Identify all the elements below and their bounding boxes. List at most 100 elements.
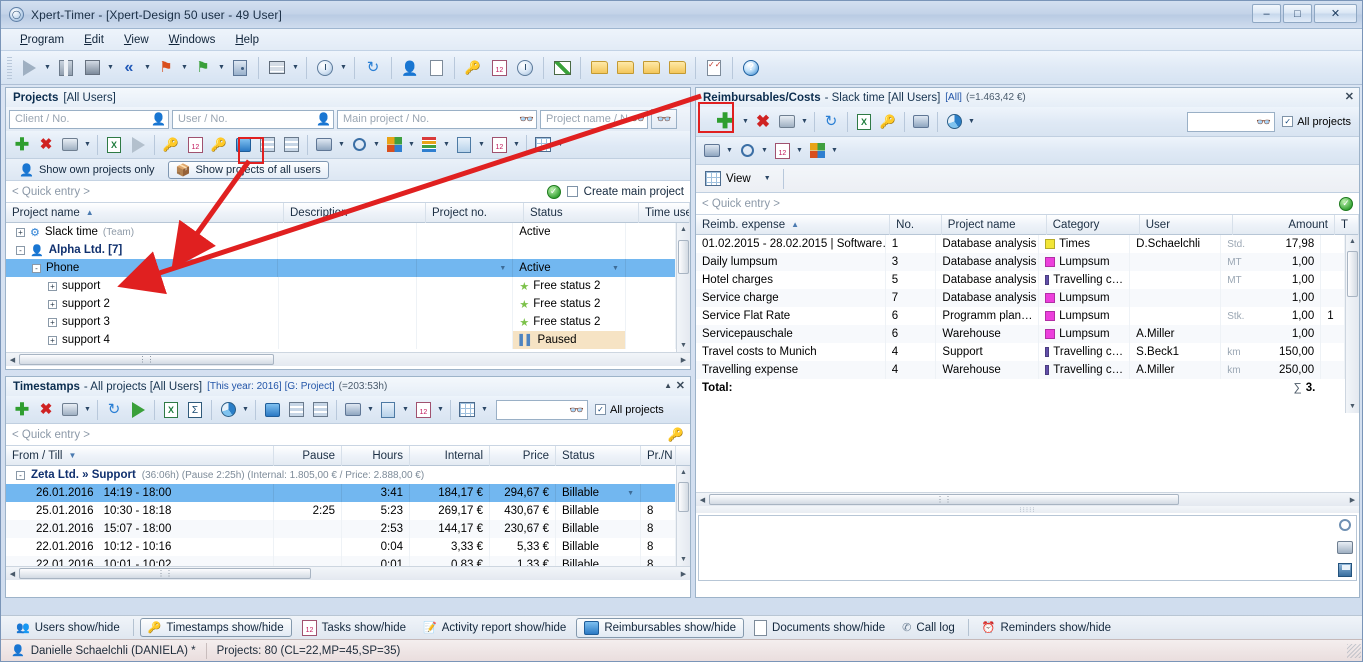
minimize-button[interactable]: –: [1252, 4, 1281, 23]
grid-save-button[interactable]: [531, 133, 555, 157]
activity-report-show-hide-button[interactable]: 📝 Activity report show/hide: [416, 619, 573, 636]
view-button[interactable]: View ▼: [700, 169, 779, 188]
sort-ascending-button[interactable]: [279, 133, 303, 157]
note-add-icon[interactable]: [512, 55, 538, 81]
scroll-right-icon[interactable]: ▶: [677, 353, 690, 366]
magnify-icon[interactable]: [1339, 519, 1351, 531]
table-row[interactable]: + support 3 ★ Free status 2: [6, 313, 676, 331]
export-excel-button[interactable]: X: [852, 110, 876, 134]
book-button[interactable]: [700, 139, 724, 163]
print-button[interactable]: [775, 110, 799, 134]
book-button[interactable]: [341, 398, 365, 422]
reimbursables-vertical-scrollbar[interactable]: ▲ ▼: [1345, 235, 1359, 413]
all-projects-checkbox[interactable]: ✓: [1282, 116, 1293, 127]
start-button[interactable]: [126, 398, 150, 422]
calendar-add-icon[interactable]: [486, 55, 512, 81]
chevron-down-icon[interactable]: ▼: [764, 175, 771, 182]
column-pr-no[interactable]: Pr./N: [641, 446, 676, 466]
column-category[interactable]: Category: [1047, 215, 1140, 235]
user-add-icon[interactable]: 👤: [397, 55, 423, 81]
scroll-right-icon[interactable]: ▶: [677, 567, 690, 580]
clear-filter-button[interactable]: 👓: [651, 109, 677, 129]
table-row[interactable]: Service charge 7 Database analysis Lumps…: [696, 289, 1345, 307]
key-add-button[interactable]: 🔑: [159, 133, 183, 157]
scroll-thumb[interactable]: ⋮⋮: [709, 494, 1179, 505]
document-add-icon[interactable]: [423, 55, 449, 81]
rows-view-button[interactable]: [264, 55, 290, 81]
scroll-thumb[interactable]: [678, 240, 689, 274]
binoculars-icon[interactable]: 👓: [519, 113, 534, 125]
resize-grip[interactable]: [1347, 644, 1361, 658]
create-main-project-checkbox[interactable]: [567, 186, 578, 197]
user-search-icon[interactable]: 👤: [316, 113, 331, 125]
calendar-dropdown-icon[interactable]: ▼: [435, 397, 446, 423]
orange-flag-button[interactable]: ⚑: [153, 55, 179, 81]
calculator-button[interactable]: [452, 133, 476, 157]
menu-item-edit[interactable]: Edit: [75, 32, 113, 48]
table-row[interactable]: + support 4 ▌▌ Paused: [6, 331, 676, 349]
delete-project-button[interactable]: ✖: [34, 133, 58, 157]
start-project-button[interactable]: [126, 133, 150, 157]
table-row[interactable]: Travel costs to Munich 4 Support Travell…: [696, 343, 1345, 361]
clock-button[interactable]: [312, 55, 338, 81]
print-dropdown-icon[interactable]: ▼: [82, 397, 93, 423]
clock-dropdown-icon[interactable]: ▼: [338, 55, 349, 81]
color-squares-dropdown-icon[interactable]: ▼: [829, 138, 840, 164]
export-excel-button[interactable]: X: [102, 133, 126, 157]
show-own-projects-toggle[interactable]: 👤 Show own projects only: [12, 162, 162, 178]
stop-timer-dropdown-icon[interactable]: ▼: [105, 55, 116, 81]
column-project-no[interactable]: Project no.: [426, 203, 524, 223]
timestamps-horizontal-scrollbar[interactable]: ◀ ⋮⋮ ▶: [6, 566, 690, 580]
scroll-thumb[interactable]: [1347, 251, 1358, 297]
scroll-up-icon[interactable]: ▲: [677, 466, 690, 479]
sum-button[interactable]: Σ: [183, 398, 207, 422]
book-button[interactable]: [312, 133, 336, 157]
column-pause[interactable]: Pause: [274, 446, 342, 466]
table-row[interactable]: 22.01.2016 15:07 - 18:00 2:53 144,17 € 2…: [6, 520, 676, 538]
key-add-icon[interactable]: 🔑: [668, 428, 684, 441]
save-icon[interactable]: [1338, 563, 1352, 577]
reimbursables-search-input[interactable]: 👓: [1187, 112, 1275, 132]
key-add-icon[interactable]: 🔑: [460, 55, 486, 81]
start-timer-dropdown-icon[interactable]: ▼: [42, 55, 53, 81]
toolbar-grip[interactable]: [7, 57, 12, 79]
tasks-show-hide-button[interactable]: Tasks show/hide: [295, 618, 413, 638]
color-squares-button[interactable]: [382, 133, 406, 157]
pause-timer-button[interactable]: [53, 55, 79, 81]
sort-ascending-button[interactable]: [308, 398, 332, 422]
reminders-show-hide-button[interactable]: ⏰ Reminders show/hide: [975, 619, 1118, 636]
calendar-button[interactable]: [770, 139, 794, 163]
scroll-down-icon[interactable]: ▼: [677, 339, 690, 352]
column-t[interactable]: T: [1335, 215, 1359, 235]
color-bars-dropdown-icon[interactable]: ▼: [441, 132, 452, 158]
print-dropdown-icon[interactable]: ▼: [82, 132, 93, 158]
add-reimbursable-dropdown-icon[interactable]: ▼: [740, 109, 751, 135]
column-project-name[interactable]: Project name ▲: [6, 203, 284, 223]
user-search-icon[interactable]: 👤: [151, 113, 166, 125]
grid-save-button[interactable]: [455, 398, 479, 422]
expander-icon[interactable]: +: [48, 300, 57, 309]
note-add-button[interactable]: 🔑: [207, 133, 231, 157]
close-icon[interactable]: ✕: [1345, 90, 1354, 103]
table-row[interactable]: - Phone ▼ Active ▼: [6, 259, 676, 277]
calculator-dropdown-icon[interactable]: ▼: [476, 132, 487, 158]
table-row[interactable]: + ⚙ Slack time (Team) Active: [6, 223, 676, 241]
reimbursables-detail-box[interactable]: [698, 515, 1357, 581]
refresh-button[interactable]: ↻: [360, 55, 386, 81]
book-dropdown-icon[interactable]: ▼: [724, 138, 735, 164]
globe-search-dropdown-icon[interactable]: ▼: [371, 132, 382, 158]
expander-icon[interactable]: +: [48, 318, 57, 327]
users-show-hide-button[interactable]: 👥 Users show/hide: [9, 619, 127, 636]
call-log-button[interactable]: ✆ Call log: [895, 619, 962, 636]
table-row[interactable]: Daily lumpsum 3 Database analysis Lumpsu…: [696, 253, 1345, 271]
globe-search-button[interactable]: [735, 139, 759, 163]
timestamps-show-hide-button[interactable]: 🔑 Timestamps show/hide: [140, 618, 292, 637]
scroll-down-icon[interactable]: ▼: [677, 553, 690, 566]
grid-save-dropdown-icon[interactable]: ▼: [555, 132, 566, 158]
green-flag-dropdown-icon[interactable]: ▼: [216, 55, 227, 81]
timestamps-vertical-scrollbar[interactable]: ▲ ▼: [676, 466, 690, 566]
projects-vertical-scrollbar[interactable]: ▲ ▼: [676, 223, 690, 352]
rewind-dropdown-icon[interactable]: ▼: [142, 55, 153, 81]
stop-timer-button[interactable]: [79, 55, 105, 81]
scroll-thumb[interactable]: [678, 482, 689, 512]
